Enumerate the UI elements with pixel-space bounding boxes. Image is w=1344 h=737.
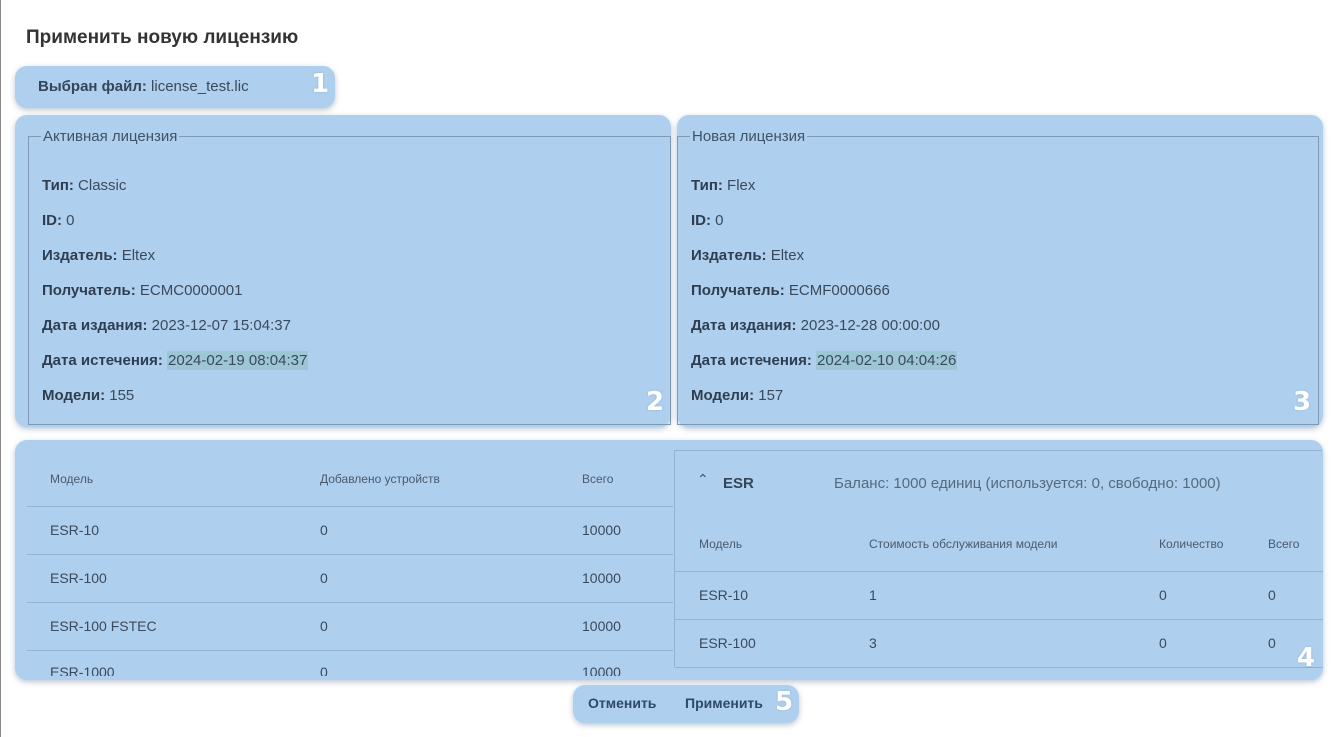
new-license-models: Модели: 157: [691, 387, 784, 404]
new-license-fieldset: Новая лицензия Тип: Flex ID: 0 Издатель:…: [677, 128, 1319, 425]
active-license-recipient: Получатель: ECMC0000001: [42, 282, 243, 299]
group-header-esr[interactable]: ⌃ ESR Баланс: 1000 единиц (используется:…: [675, 451, 1323, 511]
apply-button[interactable]: Применить: [685, 695, 763, 711]
col-header-service-cost[interactable]: Стоимость обслуживания модели: [869, 537, 1057, 551]
active-license-id: ID: 0: [42, 212, 75, 229]
col-header-model[interactable]: Модель: [699, 537, 742, 551]
new-license-id: ID: 0: [691, 212, 724, 229]
selected-file-line: Выбран файл: license_test.lic: [38, 78, 249, 95]
active-license-issue-date: Дата издания: 2023-12-07 15:04:37: [42, 317, 291, 334]
badge-4: 4: [1297, 643, 1316, 673]
col-header-total[interactable]: Всего: [1268, 537, 1299, 551]
active-license-type: Тип: Classic: [42, 177, 127, 194]
selected-file-panel: Выбран файл: license_test.lic 1: [15, 66, 335, 108]
badge-2: 2: [646, 387, 665, 417]
badge-3: 3: [1293, 387, 1312, 417]
active-models-table: Модель Добавлено устройств Всего ESR-10 …: [27, 440, 673, 676]
col-header-added-devices[interactable]: Добавлено устройств: [320, 472, 440, 486]
badge-5: 5: [775, 687, 794, 717]
selected-file-name: license_test.lic: [151, 78, 249, 95]
new-models-table: ⌃ ESR Баланс: 1000 единиц (используется:…: [674, 450, 1323, 668]
active-license-panel: Активная лицензия Тип: Classic ID: 0 Изд…: [15, 115, 671, 427]
models-tables-panel: Модель Добавлено устройств Всего ESR-10 …: [15, 440, 1323, 680]
new-license-issue-date: Дата издания: 2023-12-28 00:00:00: [691, 317, 940, 334]
active-license-models: Модели: 155: [42, 387, 135, 404]
new-license-panel: Новая лицензия Тип: Flex ID: 0 Издатель:…: [677, 115, 1323, 427]
chevron-up-icon[interactable]: ⌃: [697, 471, 709, 488]
new-license-legend: Новая лицензия: [692, 128, 806, 145]
active-license-fieldset: Активная лицензия Тип: Classic ID: 0 Изд…: [28, 128, 671, 425]
active-license-legend: Активная лицензия: [43, 128, 178, 145]
new-license-issuer: Издатель: Eltex: [691, 247, 805, 264]
col-header-total[interactable]: Всего: [582, 472, 613, 486]
col-header-model[interactable]: Модель: [50, 472, 93, 486]
active-license-expiry-date: Дата истечения: 2024-02-19 08:04:37: [42, 351, 309, 370]
dialog-actions-panel: Отменить Применить 5: [573, 685, 799, 723]
group-balance: Баланс: 1000 единиц (используется: 0, св…: [834, 475, 1221, 492]
badge-1: 1: [311, 69, 330, 99]
active-license-issuer: Издатель: Eltex: [42, 247, 156, 264]
apply-license-dialog: Применить новую лицензию Выбран файл: li…: [0, 0, 1344, 737]
col-header-quantity[interactable]: Количество: [1159, 537, 1223, 551]
new-license-type: Тип: Flex: [691, 177, 756, 194]
new-license-expiry-date: Дата истечения: 2024-02-10 04:04:26: [691, 351, 958, 370]
cancel-button[interactable]: Отменить: [588, 695, 656, 711]
dialog-title: Применить новую лицензию: [26, 27, 299, 48]
selected-file-label: Выбран файл:: [38, 78, 147, 95]
new-license-recipient: Получатель: ECMF0000666: [691, 282, 890, 299]
group-name: ESR: [723, 475, 754, 492]
